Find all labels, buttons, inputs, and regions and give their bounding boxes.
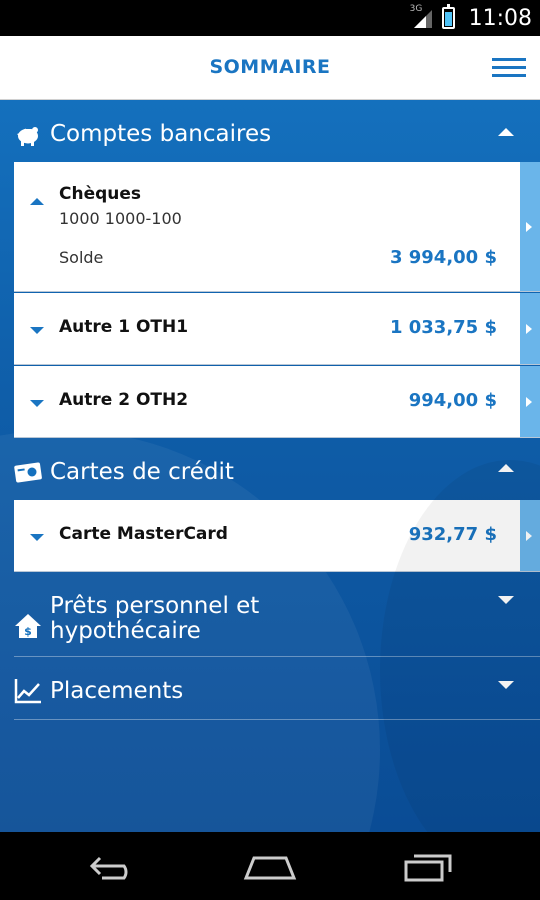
house-dollar-icon: $ [15,614,41,638]
status-bar: 3G 11:08 [0,0,540,36]
account-detail-arrow[interactable] [520,500,540,571]
account-row-autre-1[interactable]: Autre 1 OTH1 1 033,75 $ [14,293,540,365]
account-amount: 1 033,75 $ [389,317,497,338]
account-name: Autre 2 OTH2 [59,390,189,410]
account-detail-arrow[interactable] [520,293,540,364]
piggy-bank-icon [17,127,38,146]
account-name: Carte MasterCard [59,524,228,544]
network-signal: 3G [409,4,434,30]
account-detail-arrow[interactable] [520,366,540,437]
svg-text:$: $ [24,625,32,638]
section-header-placements[interactable]: Placements [0,657,540,719]
account-row-carte-mastercard[interactable]: Carte MasterCard 932,77 $ [14,500,540,572]
account-name: Chèques [59,184,142,204]
expand-up-icon[interactable] [30,198,44,205]
collapse-caret-icon [498,128,514,136]
balance-label: Solde [59,248,104,267]
chevron-right-icon [526,221,532,232]
expand-down-icon[interactable] [30,400,44,407]
chevron-right-icon [526,396,532,407]
page-title: SOMMAIRE [209,56,331,78]
account-detail-arrow[interactable] [520,162,540,291]
expand-down-icon[interactable] [30,327,44,334]
system-nav-bar [0,832,540,900]
expand-caret-icon [498,596,514,604]
section-header-comptes-bancaires[interactable]: Comptes bancaires [0,104,540,166]
section-header-prets[interactable]: $ Prêts personnel et hypothécaire [0,580,540,656]
section-title-prets-line2: hypothécaire [50,618,201,644]
account-amount: 994,00 $ [408,390,497,411]
account-row-autre-2[interactable]: Autre 2 OTH2 994,00 $ [14,366,540,438]
home-icon[interactable] [240,850,300,882]
collapse-caret-icon [498,464,514,472]
chevron-right-icon [526,323,532,334]
back-icon[interactable] [82,850,142,882]
section-divider [14,719,540,720]
clock: 11:08 [468,5,532,31]
chevron-right-icon [526,530,532,541]
network-type-label: 3G [409,4,423,14]
recent-apps-icon[interactable] [398,850,458,882]
app-header: SOMMAIRE [0,36,540,100]
section-header-cartes-de-credit[interactable]: Cartes de crédit [0,440,540,502]
battery-level [444,12,452,26]
section-title-placements: Placements [50,678,184,704]
account-name: Autre 1 OTH1 [59,317,189,337]
account-amount: 932,77 $ [408,524,497,545]
expand-caret-icon [498,681,514,689]
hamburger-menu-icon[interactable] [492,56,526,80]
summary-content: Comptes bancaires Chèques 1000 1000-100 … [0,100,540,832]
account-amount: 3 994,00 $ [389,247,497,268]
battery-icon [441,4,455,29]
expand-down-icon[interactable] [30,534,44,541]
account-row-cheques[interactable]: Chèques 1000 1000-100 Solde 3 994,00 $ [14,162,540,292]
line-chart-icon [14,679,41,704]
account-number: 1000 1000-100 [59,209,182,228]
section-title-cartes-de-credit: Cartes de crédit [50,459,234,485]
credit-card-icon [14,462,42,483]
section-title-prets-line1: Prêts personnel et [50,593,260,619]
section-title-comptes-bancaires: Comptes bancaires [50,121,272,147]
